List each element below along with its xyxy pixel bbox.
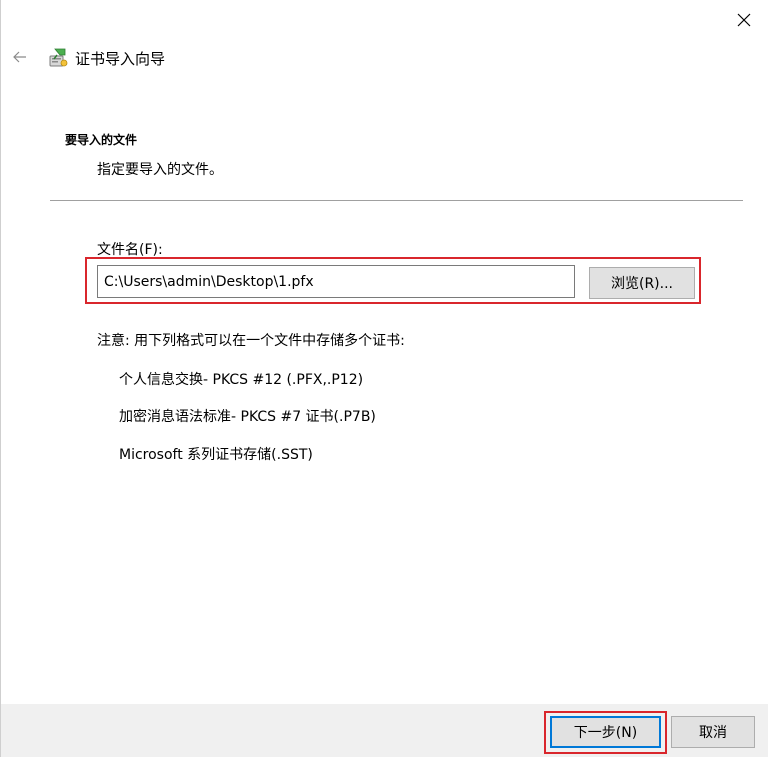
next-button[interactable]: 下一步(N) [550, 716, 661, 748]
close-icon [737, 13, 751, 27]
page-heading: 要导入的文件 [65, 133, 138, 147]
note-text: 注意: 用下列格式可以在一个文件中存储多个证书: [97, 333, 405, 349]
file-name-label: 文件名(F): [97, 242, 163, 258]
window-title: 证书导入向导 [75, 50, 166, 68]
file-name-input[interactable] [97, 265, 575, 298]
format-sst: Microsoft 系列证书存储(.SST) [119, 447, 313, 463]
browse-button[interactable]: 浏览(R)... [589, 267, 695, 299]
close-button[interactable] [730, 6, 758, 34]
back-arrow-icon [13, 51, 26, 63]
header-divider [50, 200, 743, 201]
certificate-import-wizard-window: 证书导入向导 要导入的文件 指定要导入的文件。 文件名(F): 浏览(R)...… [0, 0, 768, 757]
back-button[interactable] [9, 46, 31, 68]
certificate-wizard-icon [49, 48, 68, 67]
cancel-button[interactable]: 取消 [671, 716, 755, 748]
format-p7b: 加密消息语法标准- PKCS #7 证书(.P7B) [119, 409, 376, 425]
page-subheading: 指定要导入的文件。 [97, 162, 223, 178]
format-pfx: 个人信息交换- PKCS #12 (.PFX,.P12) [119, 372, 364, 388]
